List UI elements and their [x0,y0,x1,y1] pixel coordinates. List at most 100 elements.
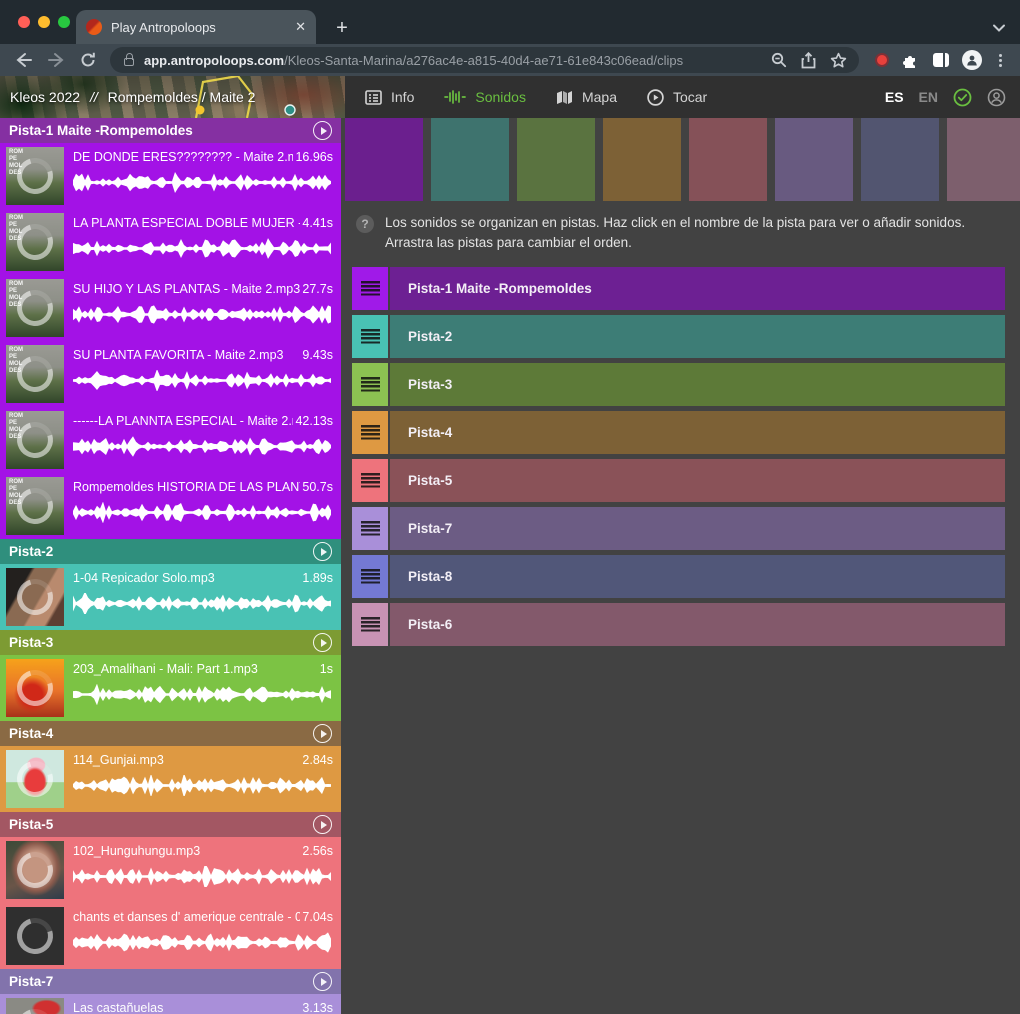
clip-thumbnail[interactable]: ROM PE MOL DES [6,411,64,469]
track-drag-handle[interactable] [352,411,388,454]
side-panel-icon[interactable] [933,53,949,67]
audio-clip-row[interactable]: ROM PE MOL DES LA PLANTA ESPECIAL DOBLE … [0,209,341,275]
clip-thumbnail[interactable] [6,907,64,965]
minimize-window-button[interactable] [38,16,50,28]
audio-clip-row[interactable]: 203_Amalihani - Mali: Part 1.mp3 1s [0,655,341,721]
track-drag-handle[interactable] [352,315,388,358]
track-row[interactable]: Pista-7 [352,507,1005,550]
clip-waveform[interactable] [73,502,333,523]
clip-waveform[interactable] [73,238,333,259]
track-row-bar[interactable]: Pista-8 [390,555,1005,598]
audio-clip-row[interactable]: ROM PE MOL DES Rompemoldes HISTORIA DE L… [0,473,341,539]
clip-waveform[interactable] [73,932,333,953]
track-play-button[interactable] [313,633,332,652]
share-icon[interactable] [801,52,816,69]
nav-tab-info[interactable]: Info [365,89,414,105]
sidebar-track-header[interactable]: Pista-3 [0,630,341,655]
audio-clip-row[interactable]: Las castañuelas 3.13s [0,994,341,1014]
track-row-bar[interactable]: Pista-5 [390,459,1005,502]
breadcrumb-project[interactable]: Kleos 2022 [10,89,80,105]
record-extension-icon[interactable] [875,53,889,67]
track-row[interactable]: Pista-4 [352,411,1005,454]
audio-clip-row[interactable]: ROM PE MOL DES DE DONDE ERES???????? - M… [0,143,341,209]
clip-thumbnail[interactable] [6,568,64,626]
back-button[interactable] [10,52,38,68]
bookmark-star-icon[interactable] [830,52,847,69]
clip-thumbnail[interactable] [6,750,64,808]
browser-menu-icon[interactable] [995,54,1006,67]
audio-clip-row[interactable]: ROM PE MOL DES ------LA PLANNTA ESPECIAL… [0,407,341,473]
reload-button[interactable] [74,52,102,68]
extensions-puzzle-icon[interactable] [902,51,920,69]
clip-waveform[interactable] [73,775,333,796]
map-thumbnail-header[interactable]: Kleos 2022 // Rompemoldes / Maite 2 [0,76,345,118]
sidebar-track-name[interactable]: Pista-7 [9,974,53,989]
lang-en-button[interactable]: EN [919,89,938,105]
track-row[interactable]: Pista-6 [352,603,1005,646]
clip-thumbnail[interactable]: ROM PE MOL DES [6,213,64,271]
sidebar-track-name[interactable]: Pista-1 Maite -Rompemoldes [9,123,193,138]
audio-clip-row[interactable]: 114_Gunjai.mp3 2.84s [0,746,341,812]
track-row[interactable]: Pista-2 [352,315,1005,358]
audio-clip-row[interactable]: chants et danses d' amerique centrale - … [0,903,341,969]
sidebar-track-header[interactable]: Pista-2 [0,539,341,564]
browser-tab[interactable]: Play Antropoloops ✕ [76,10,316,44]
lang-es-button[interactable]: ES [885,89,904,105]
track-play-button[interactable] [313,542,332,561]
track-drag-handle[interactable] [352,267,388,310]
track-drag-handle[interactable] [352,507,388,550]
sidebar-track-header[interactable]: Pista-7 [0,969,341,994]
clip-waveform[interactable] [73,436,333,457]
sidebar-track-header[interactable]: Pista-1 Maite -Rompemoldes [0,118,341,143]
track-row[interactable]: Pista-8 [352,555,1005,598]
track-row-bar[interactable]: Pista-4 [390,411,1005,454]
clip-waveform[interactable] [73,684,333,705]
clip-thumbnail[interactable]: ROM PE MOL DES [6,477,64,535]
tab-search-chevron-icon[interactable] [992,24,1006,32]
address-bar[interactable]: app.antropoloops.com/Kleos-Santa-Marina/… [110,47,859,73]
forward-button[interactable] [42,52,70,68]
track-row-bar[interactable]: Pista-7 [390,507,1005,550]
zoom-icon[interactable] [771,52,787,68]
sidebar-track-name[interactable]: Pista-5 [9,817,53,832]
track-row-bar[interactable]: Pista-2 [390,315,1005,358]
track-play-button[interactable] [313,972,332,991]
clip-waveform[interactable] [73,370,333,391]
track-play-button[interactable] [313,724,332,743]
check-circle-icon[interactable] [953,88,972,107]
track-drag-handle[interactable] [352,555,388,598]
track-play-button[interactable] [313,815,332,834]
sidebar-track-header[interactable]: Pista-4 [0,721,341,746]
new-tab-button[interactable]: + [330,18,354,38]
account-icon[interactable] [987,88,1006,107]
breadcrumb-page[interactable]: Rompemoldes / Maite 2 [108,89,256,105]
track-row-bar[interactable]: Pista-1 Maite -Rompemoldes [390,267,1005,310]
clip-waveform[interactable] [73,866,333,887]
clip-thumbnail[interactable] [6,998,64,1014]
track-row[interactable]: Pista-5 [352,459,1005,502]
sidebar-track-header[interactable]: Pista-5 [0,812,341,837]
clip-thumbnail[interactable]: ROM PE MOL DES [6,279,64,337]
clip-waveform[interactable] [73,593,333,614]
clip-waveform[interactable] [73,172,333,193]
lock-icon[interactable] [124,58,134,66]
clip-thumbnail[interactable] [6,659,64,717]
clip-waveform[interactable] [73,304,333,325]
sidebar-track-name[interactable]: Pista-4 [9,726,53,741]
audio-clip-row[interactable]: 1-04 Repicador Solo.mp3 1.89s [0,564,341,630]
track-row-bar[interactable]: Pista-6 [390,603,1005,646]
track-drag-handle[interactable] [352,363,388,406]
track-drag-handle[interactable] [352,603,388,646]
tab-close-icon[interactable]: ✕ [295,19,306,35]
close-window-button[interactable] [18,16,30,28]
nav-tab-mapa[interactable]: Mapa [556,89,617,105]
track-row-bar[interactable]: Pista-3 [390,363,1005,406]
clip-thumbnail[interactable]: ROM PE MOL DES [6,345,64,403]
audio-clip-row[interactable]: 102_Hunguhungu.mp3 2.56s [0,837,341,903]
url-text[interactable]: app.antropoloops.com/Kleos-Santa-Marina/… [144,53,761,68]
track-row[interactable]: Pista-3 [352,363,1005,406]
profile-avatar-icon[interactable] [962,50,982,70]
clip-thumbnail[interactable] [6,841,64,899]
track-row[interactable]: Pista-1 Maite -Rompemoldes [352,267,1005,310]
maximize-window-button[interactable] [58,16,70,28]
